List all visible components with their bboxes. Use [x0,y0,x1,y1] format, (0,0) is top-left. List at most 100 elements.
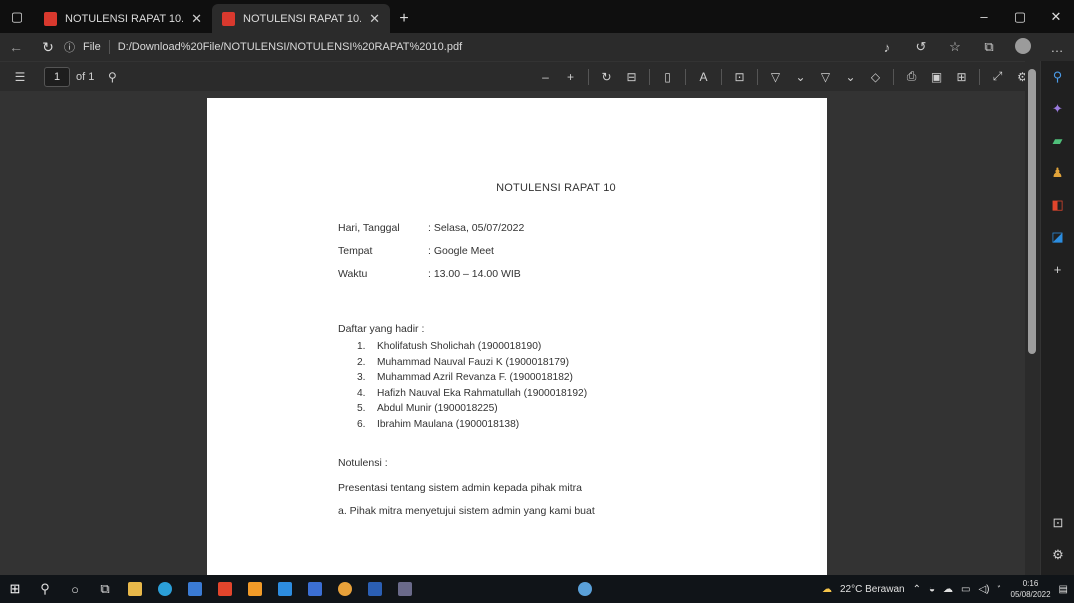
taskbar: ⊞ ⚲ ○ ⧉ ☁ 22°C Berawan ⌃ ◒ ☁ ▭ ◁) ﾞ 0:16… [0,575,1074,603]
zoom-out-button[interactable]: – [534,70,557,84]
show-hidden-icon[interactable]: ⌃ [913,584,921,595]
fullscreen-icon[interactable]: ⤢ [986,69,1009,84]
store-icon[interactable] [300,575,330,603]
profile-avatar[interactable] [1006,37,1040,57]
save-icon[interactable]: ▣ [925,70,948,84]
clock-time: 0:16 [1022,579,1039,588]
sidebar-layout-icon[interactable]: ⊡ [1041,507,1074,539]
edge-sidebar: ⚲ ✦ ▰ ♟ ◧ ◪ + ⊡ ⚙ [1040,61,1074,575]
page-number-input[interactable]: 1 [44,66,70,87]
tab-notulensi-2[interactable]: NOTULENSI RAPAT 10.pdf ✕ [212,4,390,33]
minimize-button[interactable]: – [966,0,1002,33]
list-item: 2. Muhammad Nauval Fauzi K (1900018179) [357,356,569,368]
list-item: 3. Muhammad Azril Revanza F. (1900018182) [357,372,573,384]
favorites-icon[interactable]: ☆ [938,39,972,55]
outlook-icon[interactable]: ◪ [1041,221,1074,253]
scrollbar-thumb[interactable] [1028,69,1036,354]
chrome-icon[interactable] [330,575,360,603]
divider [108,40,110,54]
file-explorer-icon[interactable] [120,575,150,603]
office-icon[interactable] [210,575,240,603]
print-icon[interactable]: ⎙ [900,69,923,84]
address-right-icons: ♪ ↺ ☆ ⧉ … [870,37,1074,57]
system-tray: ☁ 22°C Berawan ⌃ ◒ ☁ ▭ ◁) ﾞ 0:16 05/08/2… [822,578,1074,600]
attendance-label: Daftar yang hadir : [338,323,425,335]
back-icon[interactable]: ← [0,33,32,61]
office-icon[interactable]: ◧ [1041,189,1074,221]
collections-icon[interactable]: ⧉ [972,39,1006,55]
meta-value: : Selasa, 05/07/2022 [428,222,525,234]
page-count: of 1 [76,70,95,83]
fit-page-icon[interactable]: ⊟ [620,70,643,84]
edge-icon[interactable] [150,575,180,603]
meta-value: : Google Meet [428,245,494,257]
plus-icon[interactable]: + [1041,253,1074,285]
contents-icon[interactable]: ☰ [8,70,32,84]
refresh-icon[interactable]: ↻ [32,33,64,61]
info-icon[interactable]: ⓘ [64,39,75,55]
erase-icon[interactable]: ◇ [864,70,887,84]
meta-key: Tempat [338,245,373,257]
notes-label: Notulensi : [338,457,388,469]
mail-icon[interactable] [180,575,210,603]
tab-actions-icon[interactable]: ▢ [0,0,34,33]
new-tab-button[interactable]: + [390,4,418,33]
meta-row-time: Waktu : 13.00 – 14.00 WIB [338,268,521,280]
pdf-page: NOTULENSI RAPAT 10 Hari, Tanggal : Selas… [207,98,827,575]
close-window-button[interactable]: ✕ [1038,0,1074,33]
page-view-icon[interactable]: ▯ [656,70,679,84]
read-aloud-pdf-icon[interactable]: A [692,70,715,84]
weather-text[interactable]: 22°C Berawan [840,584,905,595]
sparkle-icon[interactable]: ✦ [1041,93,1074,125]
clock[interactable]: 0:16 05/08/2022 [1011,578,1051,600]
read-aloud-icon[interactable]: ♪ [870,40,904,55]
more-icon[interactable]: … [1040,40,1074,55]
word-icon[interactable] [360,575,390,603]
highlight-dropdown-icon[interactable]: ⌄ [789,70,812,84]
onedrive-icon[interactable]: ☁ [943,584,953,595]
note-point-a: a. Pihak mitra menyetujui sistem admin y… [338,505,595,517]
tab-close-icon[interactable]: ✕ [191,11,202,27]
people-icon[interactable]: ♟ [1041,157,1074,189]
list-item: 4. Hafizh Nauval Eka Rahmatullah (1900018… [357,387,588,399]
task-view-icon[interactable]: ⧉ [90,575,120,603]
pdf-tools: – + ↻ ⊟ ▯ A ⊡ ▽ ⌄ ▽ ⌄ ◇ ⎙ ▣ ⊞ ⤢ ⚙ [534,68,1034,85]
windows-start-icon[interactable]: ⊞ [0,575,30,603]
search-icon[interactable]: ⚲ [30,575,60,603]
vertical-scrollbar[interactable] [1025,61,1040,575]
restore-button[interactable]: ▢ [1002,0,1038,33]
find-icon[interactable]: ⚲ [100,70,124,84]
chat-icon[interactable] [570,575,600,603]
battery-icon[interactable]: ▭ [961,584,970,595]
calculator-icon[interactable] [390,575,420,603]
meta-row-date: Hari, Tanggal : Selasa, 05/07/2022 [338,222,524,234]
list-item: 5. Abdul Munir (1900018225) [357,403,498,415]
notification-icon[interactable]: ▤ [1059,584,1068,595]
language-icon[interactable]: ﾞ [998,582,1003,597]
tab-close-icon[interactable]: ✕ [369,11,380,27]
address-bar: ← ↻ ⓘ File D:/Download%20File/NOTULENSI/… [0,33,1074,61]
sublime-icon[interactable] [240,575,270,603]
pdf-file-icon [44,11,57,26]
highlight-icon[interactable]: ▽ [764,70,787,84]
volume-icon[interactable]: ◁) [978,584,989,595]
briefcase-icon[interactable]: ▰ [1041,125,1074,157]
zoom-in-button[interactable]: + [559,70,582,84]
draw-icon[interactable]: ▽ [814,70,837,84]
url-text[interactable]: D:/Download%20File/NOTULENSI/NOTULENSI%2… [118,41,462,53]
meta-key: Waktu [338,268,368,280]
refresh-page-icon[interactable]: ↺ [904,39,938,55]
add-text-icon[interactable]: ⊡ [728,70,751,84]
url-field[interactable]: ⓘ File D:/Download%20File/NOTULENSI/NOTU… [64,36,870,58]
draw-dropdown-icon[interactable]: ⌄ [839,70,862,84]
cortana-icon[interactable]: ○ [60,575,90,603]
vscode-icon[interactable] [270,575,300,603]
network-icon[interactable]: ◒ [929,584,935,595]
sidebar-settings-icon[interactable]: ⚙ [1041,539,1074,571]
search-icon[interactable]: ⚲ [1041,61,1074,93]
rotate-icon[interactable]: ↻ [595,70,618,84]
pdf-file-icon [222,11,235,26]
tab-notulensi-1[interactable]: NOTULENSI RAPAT 10.pdf ✕ [34,4,212,33]
pdf-toolbar: ☰ 1 of 1 ⚲ – + ↻ ⊟ ▯ A ⊡ ▽ ⌄ ▽ ⌄ ◇ ⎙ ▣ ⊞… [0,61,1040,91]
save-as-icon[interactable]: ⊞ [950,70,973,84]
